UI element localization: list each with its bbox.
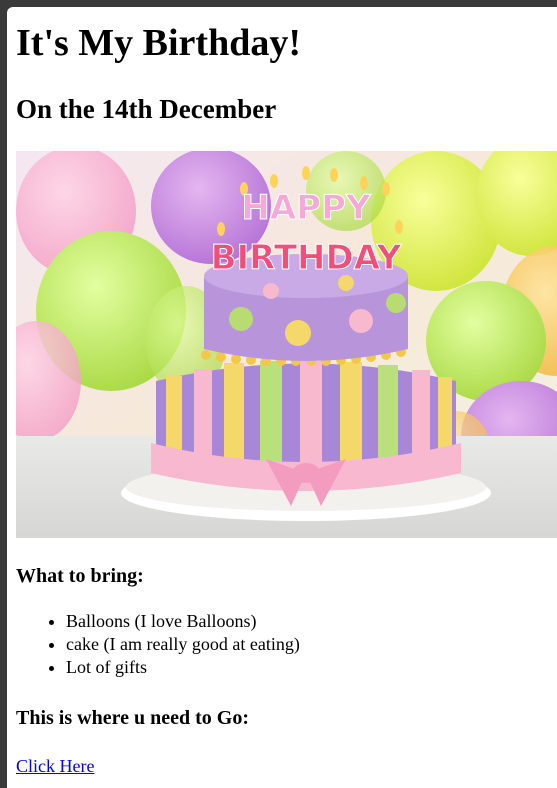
directions-heading: This is where u need to Go: xyxy=(16,707,249,729)
list-item: cake (I am really good at eating) xyxy=(66,633,300,656)
browser-viewport: It's My Birthday! On the 14th December H… xyxy=(7,7,557,788)
list-item: Balloons (I love Balloons) xyxy=(66,610,300,633)
directions-link[interactable]: Click Here xyxy=(16,756,94,777)
happy-candle-text: HAPPY xyxy=(241,188,371,228)
page-title: It's My Birthday! xyxy=(16,22,301,64)
list-item: Lot of gifts xyxy=(66,656,300,679)
birthday-candle-text: BIRTHDAY xyxy=(211,238,402,278)
birthday-cake-image: HAPPY BIRTHDAY xyxy=(16,151,557,538)
bring-list: Balloons (I love Balloons) cake (I am re… xyxy=(16,610,300,679)
what-to-bring-heading: What to bring: xyxy=(16,565,144,587)
page-subtitle: On the 14th December xyxy=(16,94,277,124)
